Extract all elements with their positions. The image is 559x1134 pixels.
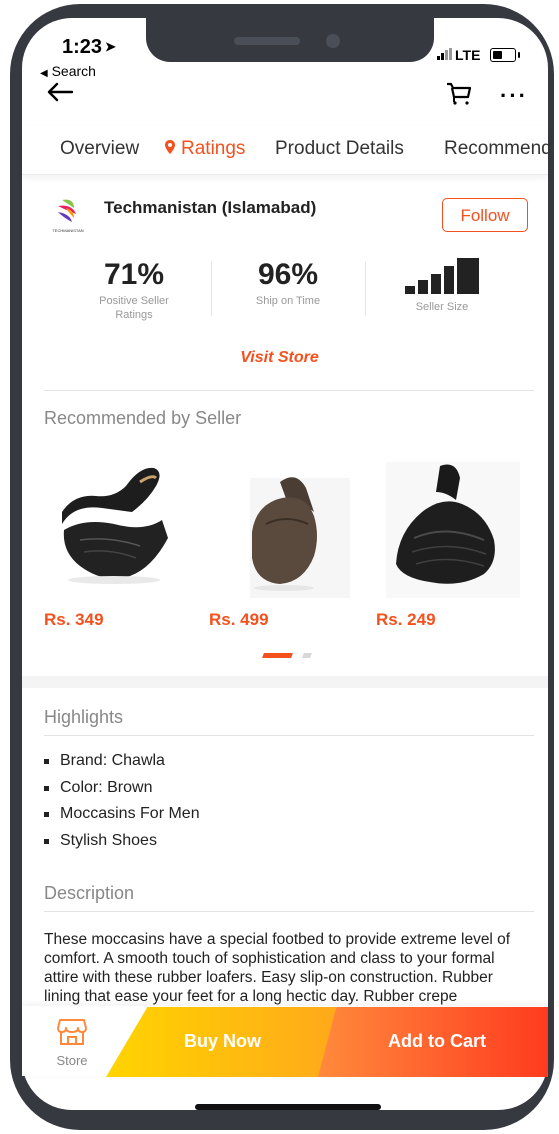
section-separator	[22, 676, 548, 688]
product-price: Rs. 249	[376, 610, 436, 629]
positive-ratings-value: 71%	[103, 258, 165, 291]
highlights-title: Highlights	[44, 707, 124, 727]
product-card[interactable]	[376, 452, 526, 607]
divider	[44, 911, 534, 912]
back-arrow-icon[interactable]	[46, 82, 74, 102]
seller-size-stat: Seller Size	[382, 298, 502, 314]
add-to-cart-button[interactable]: Add to Cart	[318, 1007, 548, 1077]
time-text: 1:23	[62, 36, 103, 58]
buy-now-label: Buy Now	[184, 1031, 262, 1051]
black-loafer-image	[386, 462, 520, 598]
tab-bar: Overview Ratings Product Details Recomme…	[22, 126, 552, 175]
highlights-list: Brand: Chawla Color: Brown Moccasins For…	[44, 752, 200, 858]
add-to-cart-label: Add to Cart	[388, 1031, 486, 1051]
tab-ratings-label: Ratings	[181, 138, 246, 159]
back-to-search-link[interactable]: ◀ Search	[40, 63, 96, 79]
seller-logo: TECHMANISTAN	[52, 199, 84, 233]
brown-loafer-image	[250, 477, 350, 598]
ship-on-time-stat: 96% Ship on Time	[228, 258, 348, 308]
highlight-item: Stylish Shoes	[44, 832, 200, 859]
product-card[interactable]	[210, 452, 360, 607]
product-price: Rs. 499	[209, 610, 269, 629]
seller-size-icon	[405, 258, 479, 294]
highlight-item: Brand: Chawla	[44, 752, 200, 779]
more-options-icon[interactable]: ···	[500, 85, 528, 107]
back-triangle-icon: ◀	[40, 68, 48, 79]
seller-size-label: Seller Size	[415, 301, 469, 313]
status-time: 1:23 ➤	[62, 36, 116, 59]
positive-ratings-stat: 71% Positive Seller Ratings	[74, 258, 194, 322]
tab-recommend[interactable]: Recommend	[444, 138, 552, 160]
positive-ratings-label: Positive Seller Ratings	[99, 295, 169, 321]
store-label: Store	[56, 1053, 88, 1068]
tab-ratings[interactable]: Ratings	[165, 138, 245, 160]
stat-divider	[365, 262, 366, 316]
speaker	[234, 37, 300, 45]
black-loafer-image	[62, 467, 168, 584]
network-label: LTE	[455, 47, 481, 63]
svg-text:TECHMANISTAN: TECHMANISTAN	[52, 228, 83, 233]
product-price: Rs. 349	[44, 610, 104, 629]
description-title: Description	[44, 883, 135, 903]
highlight-item: Color: Brown	[44, 779, 200, 806]
home-indicator[interactable]	[195, 1104, 381, 1110]
stat-divider	[211, 262, 212, 316]
product-card[interactable]	[44, 452, 194, 607]
store-icon	[57, 1019, 87, 1045]
highlight-item: Moccasins For Men	[44, 805, 200, 832]
ship-on-time-label: Ship on Time	[255, 295, 321, 307]
divider	[44, 735, 534, 736]
location-pin-icon	[165, 140, 175, 154]
divider	[44, 390, 534, 391]
recommended-title: Recommended by Seller	[44, 408, 242, 428]
location-arrow-icon: ➤	[105, 39, 116, 54]
cart-icon[interactable]	[446, 80, 472, 106]
follow-button[interactable]: Follow	[442, 198, 528, 232]
store-button[interactable]: Store	[54, 1018, 90, 1068]
back-to-search-label: Search	[51, 63, 96, 79]
battery-icon	[490, 48, 520, 62]
notch	[146, 18, 434, 62]
tab-product-details[interactable]: Product Details	[275, 138, 404, 160]
description-text: These moccasins have a special footbed t…	[44, 931, 511, 1005]
visit-store-link[interactable]: Visit Store	[0, 349, 559, 367]
ship-on-time-value: 96%	[257, 258, 319, 291]
camera	[326, 34, 340, 48]
seller-name: Techmanistan (Islamabad)	[104, 198, 317, 217]
tab-overview[interactable]: Overview	[60, 138, 139, 160]
carousel-dot-active	[262, 653, 293, 658]
